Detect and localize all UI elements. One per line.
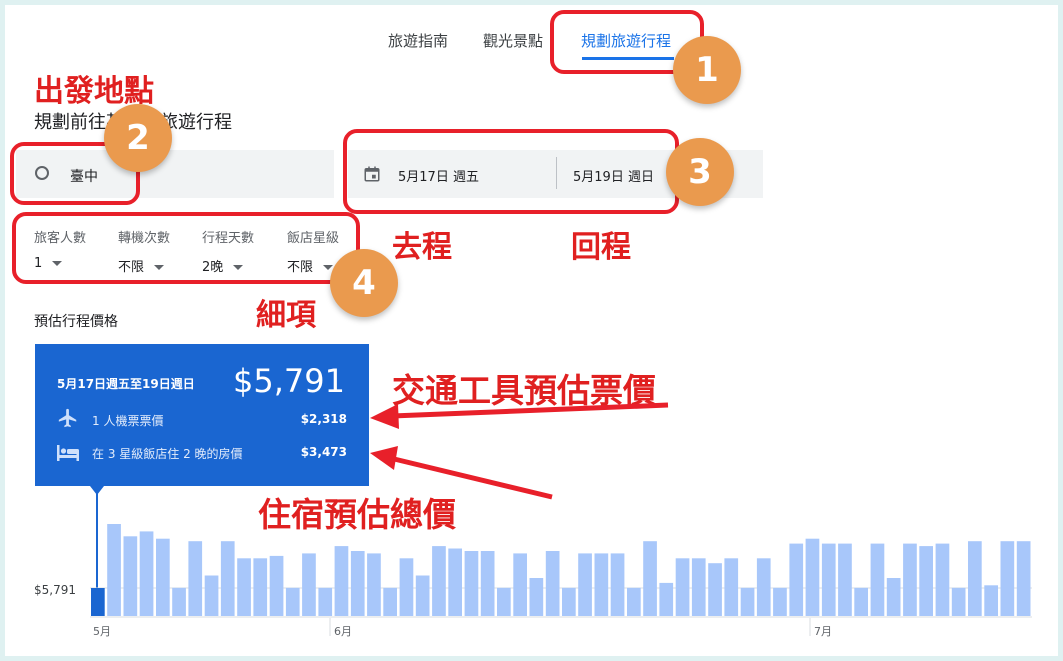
hotel-price: $3,473: [300, 445, 347, 459]
flight-price: $2,318: [300, 412, 347, 426]
annotation-badge-3: 3: [666, 138, 734, 206]
annotation-badge-2: 2: [104, 104, 172, 172]
annotation-box-dates: [343, 129, 679, 214]
price-total: $5,791: [233, 362, 345, 400]
tab-attractions[interactable]: 觀光景點: [483, 30, 543, 51]
price-date-range: 5月17日週五至19日週日: [57, 377, 195, 391]
price-section-title: 預估行程價格: [34, 314, 118, 330]
annotation-box-options: [12, 212, 360, 284]
annotation-transport: 交通工具預估票價: [392, 371, 656, 410]
annotation-depart: 去程: [392, 230, 452, 265]
annotation-details: 細項: [256, 298, 316, 333]
app-card: [5, 5, 1058, 656]
annotation-lodging: 住宿預估總價: [258, 495, 456, 534]
flight-label: 1 人機票票價: [92, 414, 164, 428]
tab-travel-guide[interactable]: 旅遊指南: [388, 30, 448, 51]
hotel-label: 在 3 星級飯店住 2 晚的房價: [92, 447, 243, 461]
chart-y-reference-label: $5,791: [34, 583, 76, 597]
selected-date-marker: [96, 492, 98, 616]
chart-x-tick-label: 5月: [93, 625, 111, 638]
price-card: 5月17日週五至19日週日 $5,791 1 人機票票價 $2,318 在 3 …: [35, 344, 369, 486]
annotation-return: 回程: [571, 230, 631, 265]
annotation-badge-4: 4: [330, 249, 398, 317]
chart-x-tick-label: 6月: [334, 625, 352, 638]
flight-icon: [58, 408, 77, 428]
chart-x-tick-label: 7月: [814, 625, 832, 638]
annotation-badge-1: 1: [673, 36, 741, 104]
hotel-bed-icon: [57, 445, 79, 461]
